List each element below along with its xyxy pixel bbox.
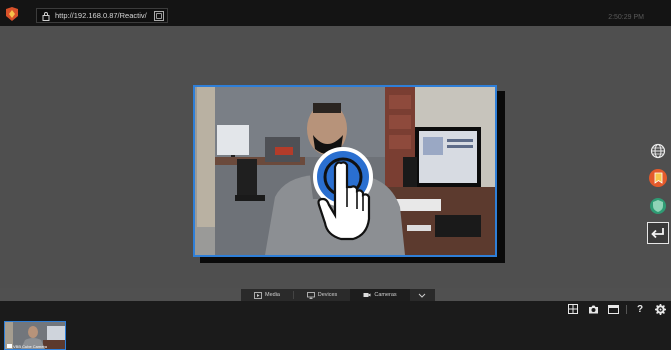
globe-icon[interactable] <box>647 140 669 162</box>
camera-thumbnail[interactable]: VBB Cube Camera <box>4 321 66 350</box>
window-icon[interactable] <box>606 303 620 315</box>
camera-snapshot-icon[interactable] <box>586 303 600 315</box>
top-bar: http://192.168.0.87/Reactiv/ 2:50:29 PM <box>0 0 671 26</box>
bottom-controls: ? <box>566 303 667 315</box>
tab-media[interactable]: Media <box>241 289 293 301</box>
help-icon[interactable]: ? <box>633 303 647 315</box>
camera-video-feed[interactable] <box>193 85 497 257</box>
lock-icon <box>42 11 50 21</box>
tab-cameras[interactable]: Cameras <box>350 289 410 301</box>
source-tabs: Media Devices Cameras <box>241 289 435 301</box>
camera-label-icon <box>7 344 12 348</box>
url-text: http://192.168.0.87/Reactiv/ <box>55 11 147 20</box>
app-window: http://192.168.0.87/Reactiv/ 2:50:29 PM <box>0 0 671 350</box>
app-logo-icon[interactable] <box>4 7 20 21</box>
bookmark-icon[interactable] <box>647 167 669 189</box>
return-icon[interactable] <box>647 222 669 244</box>
bottom-bar: VBB Cube Camera ? <box>0 301 671 350</box>
open-tab-icon[interactable] <box>154 11 164 21</box>
shield-icon[interactable] <box>647 195 669 217</box>
tab-label: Cameras <box>374 292 397 298</box>
media-icon <box>254 291 262 299</box>
tab-devices[interactable]: Devices <box>294 289 350 301</box>
tab-label: Media <box>265 292 280 298</box>
chevron-down-icon <box>418 293 426 298</box>
control-divider <box>626 304 627 314</box>
camera-scene <box>195 87 495 255</box>
clock: 2:50:29 PM <box>608 14 644 21</box>
monitor-icon <box>306 291 315 299</box>
thumbnail-label: VBB Cube Camera <box>13 344 48 349</box>
grid-icon[interactable] <box>566 303 580 315</box>
gear-icon[interactable] <box>653 303 667 315</box>
camera-icon <box>363 293 371 297</box>
collapse-tabs-button[interactable] <box>410 289 434 301</box>
url-bar[interactable]: http://192.168.0.87/Reactiv/ <box>36 8 168 23</box>
tab-label: Devices <box>317 292 338 298</box>
right-toolbar <box>644 140 669 252</box>
